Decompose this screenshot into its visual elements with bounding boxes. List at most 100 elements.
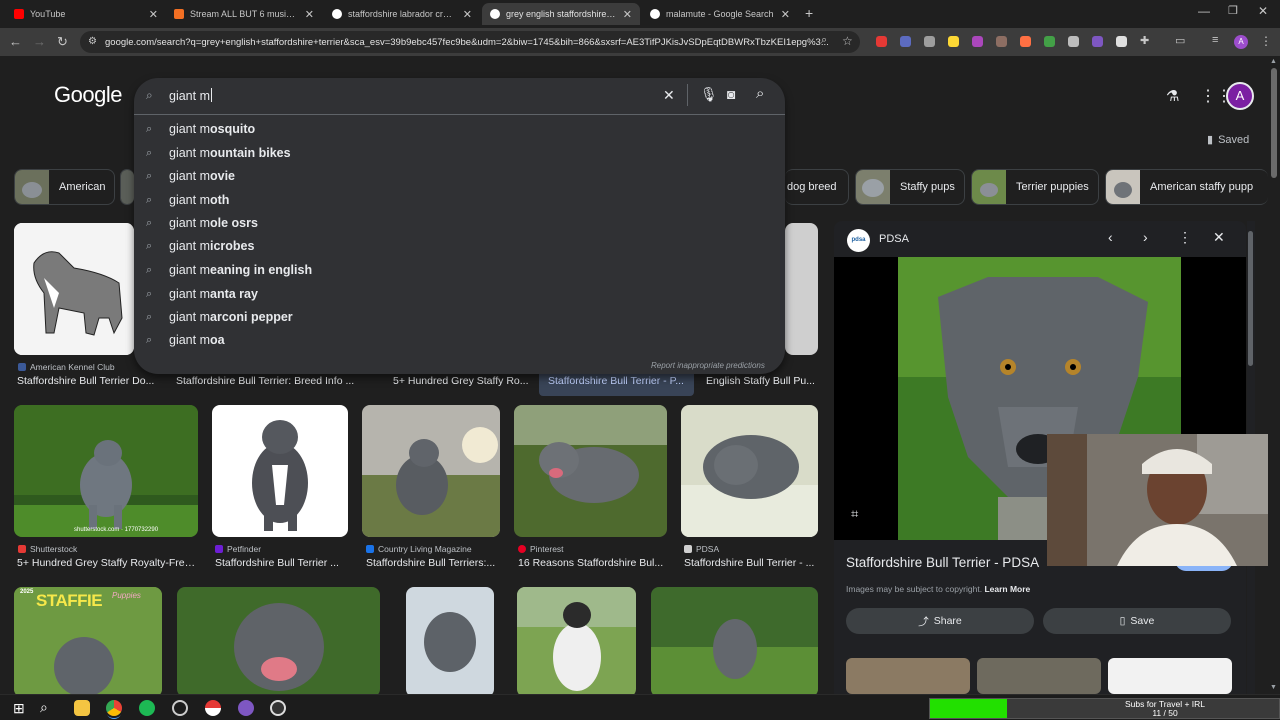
report-predictions-link[interactable]: Report inappropriate predictions	[651, 361, 765, 370]
lens-camera-icon[interactable]: ◙	[727, 86, 735, 102]
panel-title[interactable]: Staffordshire Bull Terrier - PDSA	[846, 555, 1039, 570]
zoom-search-icon[interactable]: ⌕	[821, 34, 827, 47]
extension-icon[interactable]	[900, 36, 911, 47]
chip-partial[interactable]	[120, 169, 134, 205]
restore-icon[interactable]: ❐	[1228, 4, 1238, 17]
share-button[interactable]: ⤴ Share	[846, 608, 1034, 634]
extension-icon[interactable]	[1044, 36, 1055, 47]
labs-flask-icon[interactable]: ⚗	[1166, 87, 1179, 105]
result-caption[interactable]: 5+ Hundred Grey Staffy Royalty-Free...	[17, 557, 199, 569]
related-thumbnail[interactable]	[1108, 658, 1232, 694]
result-caption[interactable]: Staffordshire Bull Terrier ...	[215, 557, 350, 569]
url-field[interactable]: ⚙ google.com/search?q=grey+english+staff…	[80, 31, 860, 53]
chip-terrier-puppies[interactable]: Terrier puppies	[971, 169, 1099, 205]
tab-music[interactable]: Stream ALL BUT 6 music | Li ✕	[166, 3, 322, 25]
file-explorer-icon[interactable]	[74, 700, 90, 716]
save-button[interactable]: ▯ Save	[1043, 608, 1231, 634]
tab-labrador[interactable]: staffordshire labrador cross - G ✕	[324, 3, 480, 25]
result-source[interactable]: Shutterstock	[18, 544, 77, 554]
more-options-icon[interactable]: ⋮	[1178, 229, 1192, 246]
obs-icon[interactable]	[270, 700, 286, 716]
panel-scroll-thumb[interactable]	[1248, 231, 1253, 366]
result-caption[interactable]: Staffordshire Bull Terrier Do...	[17, 375, 162, 387]
clear-search-icon[interactable]: ✕	[663, 87, 675, 104]
spotify-icon[interactable]	[139, 700, 155, 716]
reload-icon[interactable]: ↻	[57, 34, 68, 50]
result-source[interactable]: Pinterest	[518, 544, 564, 554]
result-caption[interactable]: Staffordshire Bull Terrier - ...	[684, 557, 818, 569]
extension-icon[interactable]	[876, 36, 887, 47]
minimize-icon[interactable]: —	[1198, 4, 1210, 18]
result-image[interactable]	[14, 223, 134, 355]
extension-icon[interactable]	[1092, 36, 1103, 47]
site-info-icon[interactable]: ⚙	[88, 36, 97, 47]
result-image[interactable]: shutterstock.com · 1770732290	[14, 405, 198, 537]
extension-icon[interactable]	[924, 36, 935, 47]
search-input[interactable]: giant m	[169, 88, 212, 103]
cast-icon[interactable]: ▭	[1175, 34, 1185, 47]
result-caption[interactable]: 5+ Hundred Grey Staffy Ro...	[393, 375, 533, 387]
account-avatar[interactable]: A	[1226, 82, 1254, 110]
result-image[interactable]	[651, 587, 818, 694]
new-tab-button[interactable]: +	[805, 5, 813, 21]
close-icon[interactable]: ✕	[781, 8, 790, 21]
voice-search-mic-icon[interactable]: 🎙	[700, 86, 718, 103]
bookmark-star-icon[interactable]: ☆	[842, 34, 853, 48]
tab-grey-staffordshire[interactable]: grey english staffordshire terri ✕	[482, 3, 640, 25]
result-image[interactable]	[362, 405, 500, 537]
chrome-icon[interactable]	[106, 700, 122, 716]
result-image[interactable]: 2025 STAFFIE Puppies	[14, 587, 162, 694]
suggestion-item[interactable]: ⌕ giant m arconi pepper	[146, 306, 293, 328]
search-icon[interactable]: ⌕	[40, 699, 48, 716]
suggestion-item[interactable]: ⌕ giant m ountain bikes	[146, 142, 291, 164]
result-source[interactable]: American Kennel Club	[18, 362, 115, 372]
result-image[interactable]	[406, 587, 494, 694]
result-image[interactable]	[212, 405, 348, 537]
related-thumbnail[interactable]	[846, 658, 970, 694]
tab-malamute[interactable]: malamute - Google Search ✕	[642, 3, 798, 25]
chip-dog-breed[interactable]: dog breed	[785, 169, 849, 205]
chevron-right-icon[interactable]: ›	[1143, 229, 1148, 245]
suggestion-item[interactable]: ⌕ giant m oth	[146, 189, 229, 211]
result-image[interactable]	[177, 587, 380, 694]
app-icon[interactable]	[238, 700, 254, 716]
scroll-down-arrow-icon[interactable]: ▼	[1270, 684, 1277, 691]
extension-icon[interactable]	[948, 36, 959, 47]
extension-icon[interactable]	[996, 36, 1007, 47]
chip-staffy-pups[interactable]: Staffy pups	[855, 169, 965, 205]
app-icon[interactable]	[172, 700, 188, 716]
close-window-icon[interactable]: ✕	[1258, 4, 1268, 18]
extensions-puzzle-icon[interactable]: ✚	[1140, 34, 1149, 47]
result-source[interactable]: PDSA	[684, 544, 719, 554]
windows-start-icon[interactable]: ⊞	[13, 700, 25, 717]
extension-icon[interactable]	[1116, 36, 1127, 47]
suggestion-item[interactable]: ⌕ giant m ovie	[146, 165, 235, 187]
result-caption[interactable]: Staffordshire Bull Terriers:...	[366, 557, 501, 569]
back-icon[interactable]: ←	[9, 34, 22, 49]
close-icon[interactable]: ✕	[305, 8, 314, 21]
forward-icon[interactable]: →	[33, 34, 46, 49]
suggestion-item[interactable]: ⌕ giant m eaning in english	[146, 259, 312, 281]
result-source[interactable]: Country Living Magazine	[366, 544, 472, 554]
saved-button[interactable]: ▮ Saved	[1207, 133, 1249, 147]
pokeball-app-icon[interactable]	[205, 700, 221, 716]
page-scrollbar[interactable]	[1268, 56, 1280, 694]
profile-avatar[interactable]: A	[1234, 35, 1248, 49]
result-source[interactable]: Petfinder	[215, 544, 261, 554]
extension-icon[interactable]	[972, 36, 983, 47]
chip-american[interactable]: American	[14, 169, 115, 205]
suggestion-item[interactable]: ⌕ giant m oa	[146, 329, 225, 351]
suggestion-item[interactable]: ⌕ giant m anta ray	[146, 283, 258, 305]
close-icon[interactable]: ✕	[463, 8, 472, 21]
result-image[interactable]	[681, 405, 818, 537]
chevron-left-icon[interactable]: ‹	[1108, 229, 1113, 245]
result-caption[interactable]: English Staffy Bull Pu...	[706, 375, 818, 387]
suggestion-item[interactable]: ⌕ giant m icrobes	[146, 235, 254, 257]
result-image[interactable]	[785, 223, 818, 355]
scroll-up-arrow-icon[interactable]: ▲	[1270, 58, 1277, 65]
result-image[interactable]	[517, 587, 636, 694]
google-logo[interactable]: Google	[54, 82, 122, 108]
suggestion-item[interactable]: ⌕ giant m osquito	[146, 118, 255, 140]
close-icon[interactable]: ✕	[623, 8, 632, 21]
panel-source[interactable]: PDSA	[879, 233, 909, 245]
